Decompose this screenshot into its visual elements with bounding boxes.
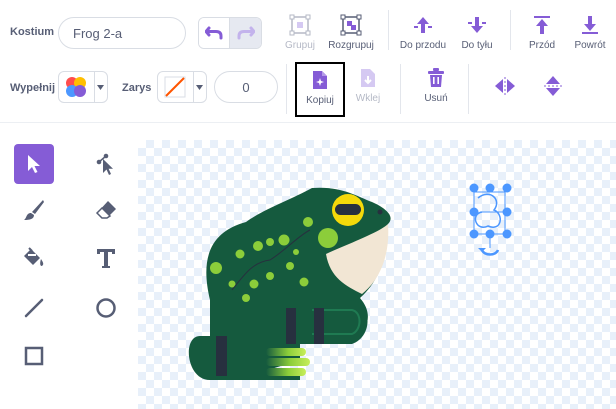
arrow-pointer-icon [28,155,40,173]
divider [468,64,469,114]
front-icon [534,16,550,34]
delete-label: Usuń [424,93,448,104]
ungroup-icon [340,14,362,36]
forward-icon [414,17,432,33]
redo-icon [237,26,255,40]
fill-color-picker[interactable] [58,71,108,103]
divider [400,64,401,114]
line-icon [24,298,44,318]
undo-icon [205,26,223,40]
ungroup-label: Rozgrupuj [328,40,374,51]
fill-swatch [59,72,94,102]
outline-swatch [158,72,193,102]
outline-width-input[interactable] [214,71,278,103]
chevron-down-icon [97,84,105,90]
chevron-down-icon [196,84,204,90]
fill-dropdown[interactable] [93,72,107,102]
group-icon [289,14,311,36]
rectangle-tool[interactable] [14,336,54,376]
divider [510,10,511,50]
back-label: Powrót [574,40,606,51]
frog-costume[interactable] [138,140,616,409]
front-label: Przód [528,40,556,51]
trash-icon [428,68,444,87]
circle-icon [96,298,116,318]
mixed-colors-icon [66,77,87,97]
rectangle-icon [24,346,44,366]
forward-label: Do przodu [399,40,447,51]
text-tool[interactable] [86,238,126,278]
paste-icon [361,69,375,87]
copy-button[interactable]: Kopiuj [295,62,345,117]
divider [388,10,389,50]
no-color-icon [164,76,186,98]
copy-icon [313,71,327,89]
ungroup-button[interactable]: Rozgrupuj [326,14,376,51]
costume-label: Kostium [10,26,54,38]
brush-tool[interactable] [14,190,54,230]
delete-button[interactable]: Usuń [416,68,456,104]
backward-icon [468,17,486,33]
undo-redo-group [198,17,262,49]
group-label: Grupuj [284,40,315,51]
undo-button[interactable] [199,18,231,48]
flip-horizontal-icon [495,77,515,95]
back-button[interactable]: Powrót [570,14,610,51]
line-tool[interactable] [14,288,54,328]
backward-label: Do tyłu [461,40,493,51]
costume-name-input[interactable] [58,17,186,49]
outline-label: Zarys [122,82,152,94]
reshape-tool[interactable] [86,144,126,184]
text-icon [97,249,115,268]
fill-tool[interactable] [14,238,54,278]
back-icon [582,16,598,34]
selection-box[interactable] [469,183,512,256]
backward-button[interactable]: Do tyłu [454,14,500,51]
outline-dropdown[interactable] [192,72,206,102]
circle-tool[interactable] [86,288,126,328]
forward-button[interactable]: Do przodu [398,14,448,51]
divider [286,64,287,114]
eraser-tool[interactable] [86,190,126,230]
flip-horizontal-button[interactable] [490,77,520,95]
copy-label: Kopiuj [306,95,334,106]
paint-canvas[interactable] [138,140,616,409]
select-tool[interactable] [14,144,54,184]
eraser-icon [95,201,116,219]
redo-button[interactable] [230,18,261,48]
fill-label: Wypełnij [10,82,56,94]
flip-vertical-button[interactable] [540,75,566,97]
paste-label: Wklej [355,93,381,104]
paste-button[interactable]: Wklej [347,68,389,104]
toolbar-divider [0,122,616,123]
group-button[interactable]: Grupuj [282,14,318,51]
flip-vertical-icon [544,76,562,96]
brush-icon [24,200,44,220]
outline-color-picker[interactable] [157,71,207,103]
paint-bucket-icon [24,247,44,266]
reshape-icon [96,153,113,175]
front-button[interactable]: Przód [524,14,560,51]
